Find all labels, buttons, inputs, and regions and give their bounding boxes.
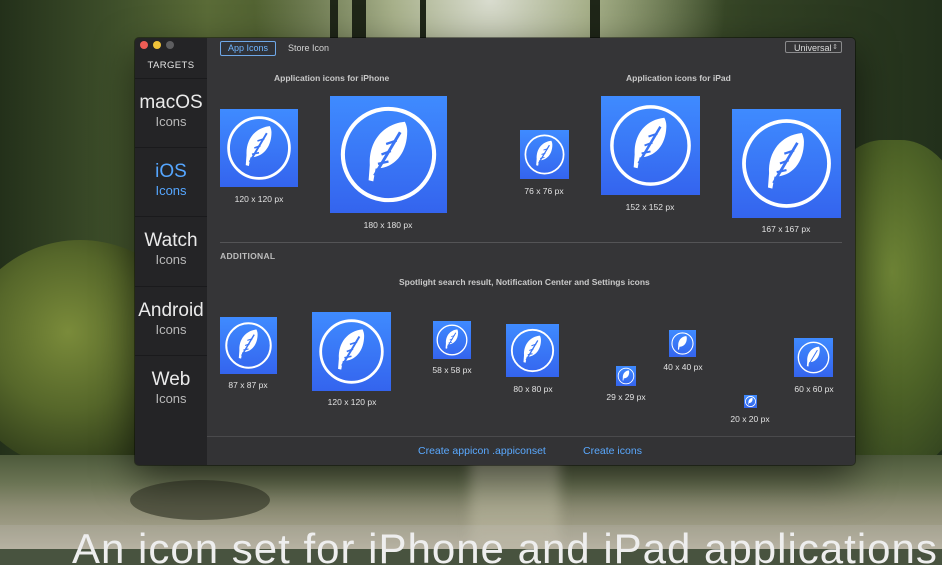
targets-heading: TARGETS xyxy=(147,60,195,71)
app-icon-preview[interactable] xyxy=(433,321,471,359)
main-panel: App Icons Store Icon Universal ⇕ Applica… xyxy=(207,38,855,465)
app-icon-preview[interactable] xyxy=(601,96,700,195)
icon-size-label: 87 x 87 px xyxy=(228,380,268,390)
icon-size-label: 180 x 180 px xyxy=(363,220,413,230)
window-controls xyxy=(140,41,174,49)
feather-icon xyxy=(617,367,635,385)
feather-icon xyxy=(745,396,756,407)
close-button[interactable] xyxy=(140,41,148,49)
feather-icon xyxy=(610,105,691,186)
app-icon-preview[interactable] xyxy=(520,130,569,179)
icon-size-label: 120 x 120 px xyxy=(234,194,284,204)
app-icon-preview[interactable] xyxy=(220,109,298,187)
app-icon-preview[interactable] xyxy=(794,338,833,377)
sidebar-item-label: Watch xyxy=(144,230,198,251)
sidebar-item-sublabel: Icons xyxy=(155,322,187,337)
create-appiconset-link[interactable]: Create appicon .appiconset xyxy=(418,445,546,457)
app-icon-preview[interactable] xyxy=(330,96,447,213)
feather-icon xyxy=(742,119,831,208)
feather-icon xyxy=(671,332,694,355)
iphone-section-title: Application icons for iPhone xyxy=(274,73,390,83)
sidebar: TARGETS macOS Icons iOS Icons Watch Icon… xyxy=(135,38,207,465)
icon-size-label: 29 x 29 px xyxy=(606,392,646,402)
ipad-section-title: Application icons for iPad xyxy=(626,73,731,83)
platform-select[interactable]: Universal ⇕ xyxy=(785,41,842,53)
sidebar-item-android[interactable]: Android Icons xyxy=(135,286,207,355)
sidebar-item-ios[interactable]: iOS Icons xyxy=(135,147,207,216)
feather-icon xyxy=(227,116,291,180)
chevron-updown-icon: ⇕ xyxy=(832,44,838,51)
create-icons-link[interactable]: Create icons xyxy=(583,445,642,457)
spotlight-section-title: Spotlight search result, Notification Ce… xyxy=(399,277,650,287)
icon-size-label: 58 x 58 px xyxy=(432,365,472,375)
icon-size-label: 120 x 120 px xyxy=(327,397,377,407)
sidebar-item-sublabel: Icons xyxy=(155,391,187,406)
icon-size-label: 40 x 40 px xyxy=(663,362,703,372)
icon-size-label: 20 x 20 px xyxy=(730,414,770,424)
minimize-button[interactable] xyxy=(153,41,161,49)
app-window: TARGETS macOS Icons iOS Icons Watch Icon… xyxy=(135,38,855,465)
icon-size-label: 76 x 76 px xyxy=(524,186,564,196)
sidebar-item-sublabel: Icons xyxy=(155,114,187,129)
feather-icon xyxy=(340,106,437,203)
app-icon-preview[interactable] xyxy=(312,312,391,391)
sidebar-item-watch[interactable]: Watch Icons xyxy=(135,216,207,285)
app-icon-preview[interactable] xyxy=(669,330,696,357)
tab-bar: App Icons Store Icon xyxy=(220,41,337,56)
app-icon-preview[interactable] xyxy=(220,317,277,374)
app-icon-preview[interactable] xyxy=(506,324,559,377)
zoom-button[interactable] xyxy=(166,41,174,49)
sidebar-item-label: iOS xyxy=(155,161,187,182)
footer-bar: Create appicon .appiconset Create icons xyxy=(207,436,855,465)
platform-select-value: Universal xyxy=(794,43,832,53)
feather-icon xyxy=(510,328,555,373)
section-divider xyxy=(220,242,842,243)
app-icon-preview[interactable] xyxy=(616,366,636,386)
feather-icon xyxy=(319,319,384,384)
sidebar-item-sublabel: Icons xyxy=(155,252,187,267)
sidebar-item-label: Android xyxy=(138,300,204,321)
feather-icon xyxy=(436,324,468,356)
tab-app-icons[interactable]: App Icons xyxy=(220,41,277,56)
sidebar-item-sublabel: Icons xyxy=(155,183,187,198)
feather-icon xyxy=(797,341,830,374)
icon-size-label: 80 x 80 px xyxy=(513,384,553,394)
feather-icon xyxy=(524,134,565,175)
additional-heading: ADDITIONAL xyxy=(220,251,276,261)
app-icon-preview[interactable] xyxy=(744,395,757,408)
icon-size-label: 152 x 152 px xyxy=(625,202,675,212)
sidebar-item-label: macOS xyxy=(139,92,203,113)
feather-icon xyxy=(225,322,272,369)
app-icon-preview[interactable] xyxy=(732,109,841,218)
promo-caption: An icon set for iPhone and iPad applicat… xyxy=(0,525,942,565)
icon-size-label: 167 x 167 px xyxy=(761,224,811,234)
sidebar-item-macos[interactable]: macOS Icons xyxy=(135,78,207,147)
tab-store-icon[interactable]: Store Icon xyxy=(280,41,337,56)
sidebar-item-label: Web xyxy=(151,369,191,390)
sidebar-item-web[interactable]: Web Icons xyxy=(135,355,207,424)
icon-size-label: 60 x 60 px xyxy=(794,384,834,394)
